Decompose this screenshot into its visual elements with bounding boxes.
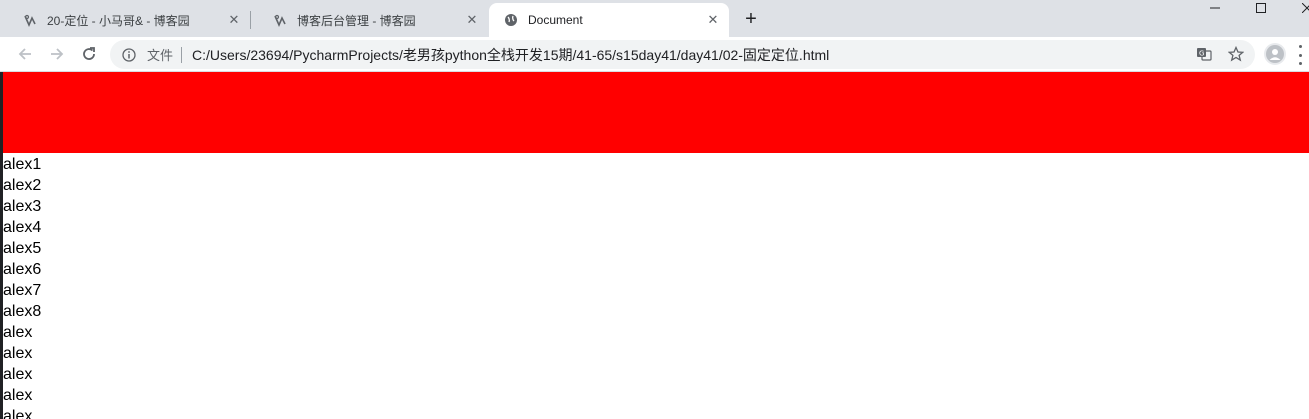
list-item: alex xyxy=(3,408,33,419)
page-viewport: alex1 alex2 alex3 alex4 alex5 alex6 alex… xyxy=(0,72,1309,419)
minimize-icon[interactable] xyxy=(1192,0,1238,16)
globe-icon xyxy=(503,12,519,28)
window-close-icon[interactable] xyxy=(1284,0,1309,16)
tab-title: 博客后台管理 - 博客园 xyxy=(297,13,416,28)
list-item: alex2 xyxy=(3,177,42,194)
info-icon[interactable] xyxy=(121,47,137,63)
list-item: alex8 xyxy=(3,303,42,320)
blog-favicon-icon xyxy=(22,12,38,28)
list-item: alex6 xyxy=(3,261,42,278)
forward-arrow-icon[interactable] xyxy=(44,41,70,67)
list-item: alex5 xyxy=(3,240,42,257)
reload-icon[interactable] xyxy=(76,41,102,67)
address-bar[interactable]: 文件 C:/Users/23694/PycharmProjects/老男孩pyt… xyxy=(110,40,1255,69)
browser-toolbar: 文件 C:/Users/23694/PycharmProjects/老男孩pyt… xyxy=(0,37,1309,72)
list-item: alex xyxy=(3,366,33,383)
list-item: alex xyxy=(3,345,33,362)
tab-title: Document xyxy=(528,13,583,27)
more-menu-icon[interactable] xyxy=(1298,45,1302,65)
blog-favicon-icon xyxy=(272,12,288,28)
translate-icon[interactable]: G xyxy=(1194,44,1214,64)
back-arrow-icon[interactable] xyxy=(12,41,38,67)
list-item: alex4 xyxy=(3,219,42,236)
bookmark-star-icon[interactable] xyxy=(1226,44,1246,64)
tab-document[interactable]: Document ✕ xyxy=(489,3,729,37)
new-tab-button[interactable]: + xyxy=(739,7,763,31)
security-label[interactable]: 文件 xyxy=(147,45,173,64)
close-icon[interactable]: ✕ xyxy=(226,12,242,28)
close-icon[interactable]: ✕ xyxy=(464,12,480,28)
tab-blog-post[interactable]: 20-定位 - 小马哥& - 博客园 ✕ xyxy=(0,3,250,37)
fixed-header-bar xyxy=(3,72,1309,153)
svg-text:G: G xyxy=(1199,50,1204,58)
list-item: alex xyxy=(3,324,33,341)
list-item: alex xyxy=(3,387,33,404)
tab-strip: 20-定位 - 小马哥& - 博客园 ✕ 博客后台管理 - 博客园 ✕ Docu… xyxy=(0,0,1309,37)
url-text[interactable]: C:/Users/23694/PycharmProjects/老男孩python… xyxy=(192,45,829,65)
tab-blog-admin[interactable]: 博客后台管理 - 博客园 ✕ xyxy=(250,3,488,37)
maximize-icon[interactable] xyxy=(1238,0,1284,16)
close-icon[interactable]: ✕ xyxy=(705,12,721,28)
profile-avatar-icon[interactable] xyxy=(1264,43,1286,65)
list-item: alex7 xyxy=(3,282,42,299)
omnibox-divider xyxy=(181,46,183,63)
list-item: alex1 xyxy=(3,156,42,173)
item-list: alex1 alex2 alex3 alex4 alex5 alex6 alex… xyxy=(3,154,41,419)
tab-title: 20-定位 - 小马哥& - 博客园 xyxy=(47,13,190,28)
list-item: alex3 xyxy=(3,198,42,215)
